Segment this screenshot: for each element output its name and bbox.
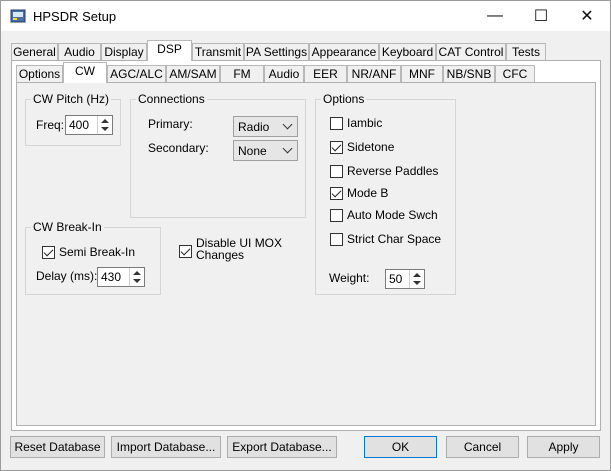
semi-break-in-label: Semi Break-In [59, 245, 136, 259]
reverse-paddles-checkbox[interactable] [330, 165, 343, 178]
weight-label: Weight: [329, 271, 370, 285]
close-icon: ✕ [580, 8, 594, 25]
export-database-button[interactable]: Export Database... [227, 436, 337, 458]
subtab-fm[interactable]: FM [220, 65, 264, 83]
reverse-paddles-label: Reverse Paddles [347, 164, 439, 178]
tab-tests[interactable]: Tests [506, 43, 546, 61]
tab-appearance[interactable]: Appearance [309, 43, 379, 61]
tab-general[interactable]: General [11, 43, 58, 61]
iambic-checkbox[interactable] [330, 117, 343, 130]
minimize-button[interactable]: — [472, 1, 518, 31]
connections-title: Connections [136, 92, 207, 106]
maximize-button[interactable]: ☐ [518, 1, 564, 31]
spin-down-icon[interactable] [413, 281, 421, 285]
ok-button[interactable]: OK [364, 436, 437, 458]
secondary-select[interactable]: None [233, 140, 298, 161]
cw-pitch-title: CW Pitch (Hz) [31, 92, 111, 106]
freq-value: 400 [69, 118, 90, 132]
setup-window: HPSDR Setup — ☐ ✕ General Audio Display … [0, 0, 611, 471]
tab-cat-control[interactable]: CAT Control [436, 43, 506, 61]
options-title: Options [321, 92, 367, 106]
mode-b-label: Mode B [347, 186, 389, 200]
primary-select[interactable]: Radio [233, 116, 298, 137]
spin-up-icon[interactable] [101, 119, 109, 123]
maximize-icon: ☐ [533, 8, 549, 25]
title-bar[interactable]: HPSDR Setup — ☐ ✕ [1, 1, 610, 31]
freq-spinbox[interactable]: 400 [65, 115, 113, 135]
subtab-cw[interactable]: CW [63, 62, 107, 83]
strict-char-space-checkbox[interactable] [330, 233, 343, 246]
secondary-label: Secondary: [148, 141, 209, 155]
cw-break-in-title: CW Break-In [31, 220, 104, 234]
spin-up-icon[interactable] [413, 273, 421, 277]
sidetone-label: Sidetone [347, 140, 395, 154]
strict-char-space-label: Strict Char Space [347, 232, 442, 246]
cancel-button[interactable]: Cancel [446, 436, 519, 458]
tab-pa-settings[interactable]: PA Settings [244, 43, 309, 61]
subtab-cfc[interactable]: CFC [495, 65, 535, 83]
apply-button[interactable]: Apply [527, 436, 600, 458]
semi-break-in-checkbox[interactable] [42, 246, 55, 259]
delay-label: Delay (ms): [36, 269, 98, 283]
freq-label: Freq: [36, 118, 65, 132]
subtab-nr-anf[interactable]: NR/ANF [347, 65, 401, 83]
minimize-icon: — [487, 7, 503, 24]
mode-b-checkbox[interactable] [330, 187, 343, 200]
subtab-audio[interactable]: Audio [264, 65, 304, 83]
delay-value: 430 [101, 270, 122, 284]
subtab-am-sam[interactable]: AM/SAM [166, 65, 220, 83]
spin-up-icon[interactable] [133, 271, 141, 275]
disable-ui-mox-checkbox[interactable] [179, 245, 192, 258]
reset-database-button[interactable]: Reset Database [10, 436, 105, 458]
close-button[interactable]: ✕ [564, 1, 610, 31]
tab-audio[interactable]: Audio [58, 43, 101, 61]
app-window-icon [10, 9, 26, 23]
subtab-mnf[interactable]: MNF [401, 65, 443, 83]
secondary-value: None [238, 144, 267, 158]
iambic-label: Iambic [347, 116, 383, 130]
primary-label: Primary: [148, 117, 193, 131]
tab-display[interactable]: Display [101, 43, 147, 61]
primary-value: Radio [238, 120, 270, 134]
spin-down-icon[interactable] [133, 279, 141, 283]
spin-down-icon[interactable] [101, 127, 109, 131]
chevron-down-icon [282, 143, 293, 154]
chevron-down-icon [282, 119, 293, 130]
tab-keyboard[interactable]: Keyboard [379, 43, 436, 61]
import-database-button[interactable]: Import Database... [111, 436, 221, 458]
weight-value: 50 [389, 272, 403, 286]
delay-spinbox[interactable]: 430 [97, 267, 145, 287]
subtab-options[interactable]: Options [16, 65, 63, 83]
disable-ui-mox-label: Disable UI MOX Changes [196, 236, 283, 262]
weight-spinbox[interactable]: 50 [385, 269, 425, 289]
subtab-eer[interactable]: EER [304, 65, 347, 83]
subtab-nb-snb[interactable]: NB/SNB [443, 65, 495, 83]
auto-mode-swch-checkbox[interactable] [330, 209, 343, 222]
window-title: HPSDR Setup [33, 9, 117, 24]
subtab-agc-alc[interactable]: AGC/ALC [107, 65, 166, 83]
auto-mode-swch-label: Auto Mode Swch [347, 208, 438, 222]
tab-transmit[interactable]: Transmit [192, 43, 244, 61]
sidetone-checkbox[interactable] [330, 141, 343, 154]
tab-dsp[interactable]: DSP [147, 40, 192, 61]
